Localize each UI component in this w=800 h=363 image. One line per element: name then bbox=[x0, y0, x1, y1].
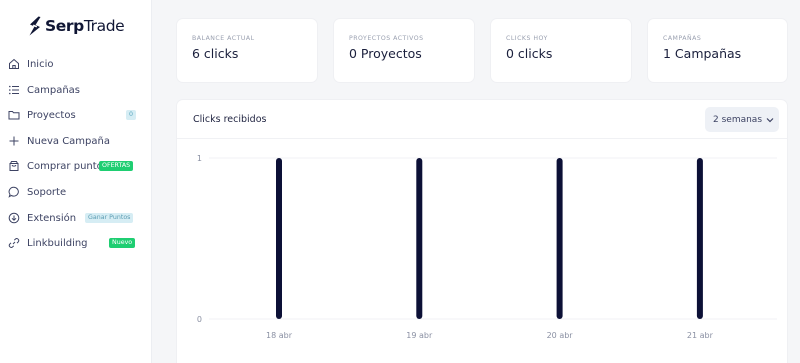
sidebar-item-campanas[interactable]: Campañas bbox=[8, 80, 148, 100]
chart-bar bbox=[696, 158, 703, 319]
clicks-chart: 0 1 18 abr 19 abr 20 abr 21 abr bbox=[197, 154, 777, 340]
stat-card-balance: BALANCE ACTUAL 6 clicks bbox=[176, 18, 318, 83]
link-icon bbox=[8, 237, 20, 249]
serptrade-logo[interactable]: SerpTrade bbox=[28, 15, 125, 37]
stat-value: 0 clicks bbox=[506, 46, 553, 61]
stat-label: CAMPAÑAS bbox=[663, 35, 702, 42]
folder-icon bbox=[8, 109, 20, 121]
ofertas-badge: OFERTAS bbox=[99, 161, 134, 171]
serptrade-logo-mark-icon bbox=[29, 16, 41, 36]
logo-text-bold: Serp bbox=[45, 17, 84, 35]
sidebar-item-nueva-campana[interactable]: Nueva Campaña bbox=[8, 131, 148, 151]
sidebar-item-label: Inicio bbox=[27, 58, 54, 70]
chat-icon bbox=[8, 186, 20, 198]
x-tick-label: 20 abr bbox=[547, 331, 574, 340]
chart-bar bbox=[556, 158, 563, 319]
sidebar-item-label: Soporte bbox=[27, 186, 67, 198]
stat-value: 6 clicks bbox=[192, 46, 239, 61]
plus-icon bbox=[8, 135, 20, 147]
nuevo-badge: Nuevo bbox=[109, 238, 136, 248]
sidebar-item-label: Nueva Campaña bbox=[27, 135, 110, 147]
home-icon bbox=[8, 58, 20, 70]
x-tick-label: 21 abr bbox=[687, 331, 714, 340]
sidebar-item-label: Linkbuilding bbox=[27, 237, 88, 249]
ganar-puntos-badge: Ganar Puntos bbox=[85, 213, 134, 223]
stat-value: 1 Campañas bbox=[663, 46, 742, 61]
logo-text: SerpTrade bbox=[45, 17, 125, 35]
download-icon bbox=[8, 212, 20, 224]
logo-text-light: Trade bbox=[83, 17, 125, 35]
y-tick-label: 0 bbox=[197, 315, 202, 324]
chart-bar bbox=[276, 158, 282, 319]
stat-label: BALANCE ACTUAL bbox=[192, 35, 255, 42]
sidebar-item-soporte[interactable]: Soporte bbox=[8, 182, 148, 202]
sidebar-item-label: Extensión bbox=[27, 212, 77, 224]
stat-value: 0 Proyectos bbox=[349, 46, 422, 61]
stat-card-clicks-hoy: CLICKS HOY 0 clicks bbox=[490, 18, 632, 83]
x-tick-label: 19 abr bbox=[406, 331, 433, 340]
stat-label: PROYECTOS ACTIVOS bbox=[349, 35, 424, 42]
stat-label: CLICKS HOY bbox=[506, 35, 548, 42]
sidebar-item-label: Proyectos bbox=[27, 109, 76, 121]
sidebar-item-label: Campañas bbox=[27, 84, 81, 96]
clicks-panel: Clicks recibidos 2 semanas 0 1 18 abr 19 ab… bbox=[176, 99, 788, 363]
y-tick-label: 1 bbox=[197, 154, 202, 163]
stat-card-proyectos: PROYECTOS ACTIVOS 0 Proyectos bbox=[333, 18, 475, 83]
list-icon bbox=[8, 84, 20, 96]
sidebar-item-inicio[interactable]: Inicio bbox=[8, 54, 148, 74]
stat-card-campanas: CAMPAÑAS 1 Campañas bbox=[647, 18, 788, 83]
sidebar-item-label: Comprar puntos bbox=[27, 160, 108, 172]
bag-icon bbox=[8, 160, 20, 172]
x-tick-label: 18 abr bbox=[266, 331, 293, 340]
sidebar: SerpTrade Inicio Campañas Proyectos 0 Nu… bbox=[0, 0, 152, 363]
proyectos-count-badge: 0 bbox=[126, 110, 137, 120]
chart-bar bbox=[416, 158, 423, 319]
